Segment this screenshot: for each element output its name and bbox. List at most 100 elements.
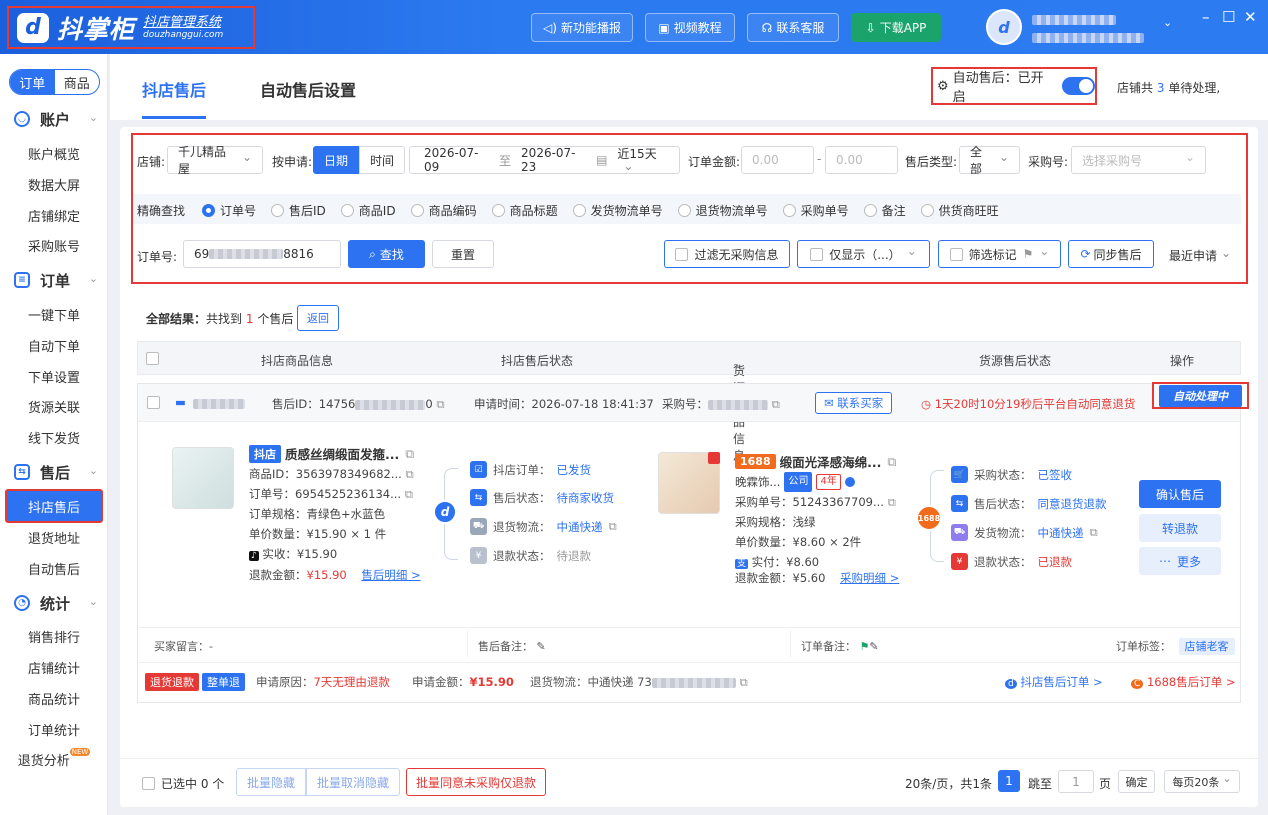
reset-button[interactable]: 重置 (432, 240, 494, 268)
radio-ship-tracking[interactable]: 发货物流单号 (572, 202, 663, 219)
account-dropdown-icon[interactable]: ⌄ (1163, 16, 1172, 29)
shop-select[interactable]: 千儿精品屋 (167, 145, 263, 176)
dy-aftersale-detail-link[interactable]: 售后明细 > (361, 568, 420, 582)
download-app-button[interactable]: ⇩ 下载APP (851, 13, 941, 42)
back-button[interactable]: 返回 (297, 305, 339, 331)
confirm-aftersale-button[interactable]: 确认售后 (1139, 480, 1221, 508)
sidebar-item-auto-aftersale[interactable]: 自动售后 (0, 555, 108, 581)
aftersale-note[interactable]: 售后备注： ✎ (478, 638, 546, 654)
more-button[interactable]: ⋯ 更多 (1139, 547, 1221, 575)
dy-aftersale-order-link[interactable]: d 抖店售后订单 > (1005, 674, 1103, 690)
sidebar-item-shop-stats[interactable]: 店铺统计 (0, 654, 108, 680)
amount-max-input[interactable]: 0.00 (825, 146, 898, 174)
contact-service-button[interactable]: ☊ 联系客服 (747, 13, 839, 42)
auto-aftersale-switch[interactable] (1062, 77, 1095, 95)
selected-count[interactable]: 已选中 0 个 (142, 775, 224, 792)
copy-icon[interactable]: ⧉ (405, 446, 414, 462)
sidebar-item-shop-binding[interactable]: 店铺绑定 (0, 202, 108, 228)
sidebar-switch[interactable]: 订单 商品 (9, 69, 100, 95)
1688-aftersale-order-link[interactable]: C 1688售后订单 > (1131, 674, 1236, 690)
order-no-input[interactable]: 69 8816 (183, 240, 341, 268)
app-logo[interactable]: d 抖掌柜 抖店管理系统 douzhanggui.com (7, 6, 255, 49)
sidebar-item-dashboard[interactable]: 数据大屏 (0, 171, 108, 197)
src-product-title[interactable]: 1688 缎面光泽感海绵... ⧉ (735, 452, 896, 471)
by-time-button[interactable]: 时间 (359, 146, 405, 174)
search-button[interactable]: ⌕ 查找 (348, 240, 425, 268)
truck-icon: ⛟ (470, 518, 487, 535)
page-1-button[interactable]: 1 (998, 770, 1020, 792)
sidebar-item-return-address[interactable]: 退货地址 (0, 524, 108, 550)
copy-icon[interactable]: ⧉ (436, 397, 444, 411)
help-icon[interactable]: ? (733, 362, 739, 376)
purchase-select[interactable]: 选择采购号 ⌄ (1071, 146, 1206, 174)
batch-hide-button[interactable]: 批量隐藏 (236, 768, 306, 796)
dy-product-image[interactable] (172, 447, 234, 509)
mark-filter-select[interactable]: 筛选标记 ⚑ ⌄ (938, 240, 1061, 268)
avatar[interactable]: d (986, 9, 1022, 45)
radio-goods-id[interactable]: 商品ID (340, 202, 396, 219)
copy-icon[interactable]: ⧉ (887, 454, 896, 470)
dy-product-title[interactable]: 抖店 质感丝绸缎面发箍... ⧉ (249, 444, 414, 463)
sidebar-group-aftersale[interactable]: ⇆ 售后 ⌄ (0, 459, 108, 485)
copy-icon[interactable]: ⧉ (772, 397, 780, 411)
sidebar-item-account-overview[interactable]: 账户概览 (0, 140, 108, 166)
batch-agree-refund-button[interactable]: 批量同意未采购仅退款 (406, 768, 546, 796)
sidebar-item-one-click-order[interactable]: 一键下单 (0, 301, 108, 327)
seg-goods[interactable]: 商品 (55, 70, 100, 94)
sidebar-item-auto-order[interactable]: 自动下单 (0, 332, 108, 358)
sidebar-item-return-analysis[interactable]: 退货分析 NEW (0, 746, 108, 772)
chevron-down-icon: ⌄ (906, 244, 917, 258)
select-all-checkbox[interactable] (146, 352, 159, 365)
aftersale-icon: ⇆ (951, 495, 968, 512)
sidebar-item-offline-ship[interactable]: 线下发货 (0, 424, 108, 450)
batch-unhide-button[interactable]: 批量取消隐藏 (306, 768, 400, 796)
refresh-icon: ⟳ (1080, 247, 1091, 261)
sort-recent-select[interactable]: 最近申请 ⌄ (1169, 246, 1231, 264)
tab-auto-aftersale-settings[interactable]: 自动售后设置 (260, 77, 356, 101)
date-range-picker[interactable]: 2026-07-09 至 2026-07-23 ▤ 近15天 (409, 146, 680, 174)
sidebar-item-order-settings[interactable]: 下单设置 (0, 363, 108, 389)
type-select[interactable]: 全部 (959, 145, 1020, 176)
amount-min-input[interactable]: 0.00 (741, 146, 814, 174)
radio-remark[interactable]: 备注 (863, 202, 906, 219)
to-refund-button[interactable]: 转退款 (1139, 514, 1221, 542)
sidebar-item-sales-rank[interactable]: 销售排行 (0, 623, 108, 649)
sidebar-group-stats[interactable]: ◔ 统计 ⌄ (0, 590, 108, 616)
jump-ok-button[interactable]: 确定 (1118, 770, 1155, 793)
sidebar-item-douyin-aftersale[interactable]: 抖店售后 (5, 489, 103, 523)
src-purchase-detail-link[interactable]: 采购明细 > (840, 571, 899, 585)
contact-buyer-button[interactable]: ✉ 联系买家 (815, 392, 893, 414)
sidebar-item-goods-stats[interactable]: 商品统计 (0, 685, 108, 711)
radio-goods-code[interactable]: 商品编码 (410, 202, 477, 219)
video-tutorial-button[interactable]: ▣ 视频教程 (645, 13, 735, 42)
minimize-icon[interactable]: – (1202, 8, 1210, 26)
seg-order[interactable]: 订单 (10, 70, 55, 94)
radio-aftersale-id[interactable]: 售后ID (271, 202, 326, 219)
radio-return-tracking[interactable]: 退货物流单号 (677, 202, 768, 219)
jump-page-input[interactable]: 1 (1058, 770, 1094, 793)
filter-no-purchase-checkbox[interactable]: 过滤无采购信息 (664, 240, 790, 268)
new-badge: NEW (69, 748, 91, 756)
by-date-button[interactable]: 日期 (313, 146, 359, 174)
src-shop[interactable]: 晚霖饰... 公司 4年 (735, 472, 855, 492)
radio-order-no[interactable]: 订单号 (202, 202, 256, 219)
sidebar-item-purchase-account[interactable]: 采购账号 (0, 232, 108, 258)
sidebar-item-order-stats[interactable]: 订单统计 (0, 716, 108, 742)
chevron-down-icon: ⌄ (1184, 150, 1195, 164)
maximize-icon[interactable]: ☐ (1222, 8, 1235, 26)
order-checkbox[interactable] (147, 396, 160, 409)
new-feature-button[interactable]: ◁) 新功能播报 (531, 13, 633, 42)
close-icon[interactable]: ✕ (1244, 8, 1257, 26)
sidebar-group-order[interactable]: ≡ 订单 ⌄ (0, 267, 108, 293)
sidebar-group-account[interactable]: ◡ 账户 ⌄ (0, 106, 108, 132)
radio-supplier-wangwang[interactable]: 供货商旺旺 (920, 202, 999, 219)
select-all-footer-checkbox[interactable] (142, 777, 155, 790)
order-note[interactable]: 订单备注： ⚑✎ (801, 638, 879, 654)
only-show-select[interactable]: 仅显示（...） ⌄ (797, 240, 930, 268)
radio-purchase-no[interactable]: 采购单号 (782, 202, 849, 219)
sidebar-item-source-link[interactable]: 货源关联 (0, 393, 108, 419)
tab-douyin-aftersale[interactable]: 抖店售后 (142, 77, 206, 101)
sync-aftersale-button[interactable]: ⟳ 同步售后 (1068, 240, 1154, 268)
radio-goods-title[interactable]: 商品标题 (491, 202, 558, 219)
per-page-select[interactable]: 每页20条 ⌄ (1164, 770, 1240, 793)
